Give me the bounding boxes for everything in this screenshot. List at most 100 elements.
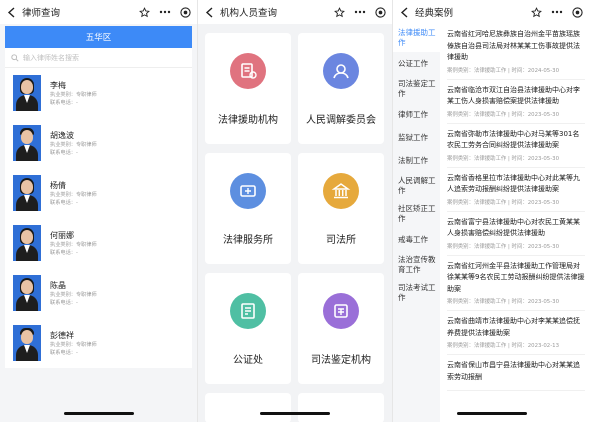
target-icon[interactable] [572, 6, 583, 18]
lawyer-name: 何丽娜 [50, 230, 74, 240]
institution-card[interactable]: 人民调解委员会 [298, 33, 384, 144]
more-icon[interactable] [551, 10, 563, 14]
category-label: 律师工作 [398, 109, 428, 119]
case-title: 云南省富宁县法律援助中心对农民工黄某某人身损害赔偿纠纷提供法律援助 [447, 217, 580, 238]
case-title: 云南省红河哈尼族彝族自治州金平苗族瑶族傣族自治县司法局对林某某工伤事故提供法律援… [447, 30, 580, 61]
category-tab[interactable]: 律师工作 [393, 103, 440, 126]
lawyer-phone: 联系电话：- [50, 99, 78, 106]
lawyer-item[interactable]: 陈晶 执业类别：专职律师 联系电话：- [5, 268, 192, 318]
notary-office-icon [230, 293, 266, 329]
case-item[interactable]: 云南省香格里拉市法律援助中心对此某等九人追索劳动报酬纠纷提供法律援助案 案例类别… [447, 168, 585, 212]
case-meta: 案例类别：法律援助工作 | 时间：2023-05-30 [447, 111, 560, 118]
lawyer-phone: 联系电话：- [50, 299, 78, 306]
chevron-left-icon [400, 6, 407, 18]
institution-card[interactable]: 法律援助机构 [205, 33, 291, 144]
lawyer-phone: 联系电话：- [50, 199, 78, 206]
classic-cases-screen: 经典案例 法律援助工作公证工作司法鉴定工作律师工作监狱工作法制工作人民调解工作社… [392, 0, 589, 422]
category-label: 司法考试工作 [398, 283, 436, 302]
category-label: 法制工作 [398, 155, 428, 165]
lawyer-photo [13, 175, 41, 211]
more-icon[interactable] [159, 10, 171, 14]
search-input[interactable] [23, 53, 173, 62]
institution-card-label: 司法所 [326, 235, 356, 246]
institution-search-screen: 机构人员查询 法律援助机构 人民调解委员会 法律服务所 司法所 公证处 司法鉴定… [197, 0, 392, 422]
category-tab[interactable]: 社区矫正工作 [393, 200, 440, 228]
back-button[interactable] [4, 5, 18, 19]
star-icon[interactable] [139, 6, 150, 18]
lawyer-item[interactable]: 彭德祥 执业类别：专职律师 联系电话：- [5, 318, 192, 368]
category-tab[interactable]: 司法考试工作 [393, 279, 440, 307]
case-item[interactable]: 云南省富宁县法律援助中心对农民工黄某某人身损害赔偿纠纷提供法律援助 案例类别：法… [447, 212, 585, 256]
category-label: 监狱工作 [398, 132, 428, 142]
case-title: 云南省临沧市双江自治县法律援助中心对李某工伤人身损害赔偿案提供法律援助 [447, 85, 580, 106]
lawyer-item[interactable]: 李梅 执业类别：专职律师 联系电话：- [5, 68, 192, 118]
case-item[interactable]: 云南省红河州金平县法律援助工作管理局对徐某某等9名农民工劳动报酬纠纷提供法律援助… [447, 256, 585, 311]
category-label: 司法鉴定工作 [398, 79, 436, 98]
category-sidebar: 法律援助工作公证工作司法鉴定工作律师工作监狱工作法制工作人民调解工作社区矫正工作… [393, 24, 440, 422]
lawyer-phone: 联系电话：- [50, 149, 78, 156]
institution-card[interactable]: 司法所 [298, 153, 384, 264]
institution-card[interactable]: 公证处 [205, 273, 291, 384]
legal-aid-icon [230, 53, 266, 89]
page-title: 机构人员查询 [220, 8, 278, 19]
lawyer-practice-type: 执业类别：专职律师 [50, 241, 97, 248]
star-icon[interactable] [334, 6, 345, 18]
institution-card-label: 公证处 [233, 355, 263, 366]
case-meta: 案例类别：法律援助工作 | 时间：2023-05-30 [447, 199, 560, 206]
legal-service-icon [230, 173, 266, 209]
category-tab[interactable]: 戒毒工作 [393, 228, 440, 251]
lawyer-practice-type: 执业类别：专职律师 [50, 191, 97, 198]
category-tab[interactable]: 法律援助工作 [393, 24, 440, 52]
lawyer-name: 陈晶 [50, 280, 66, 290]
lawyer-search-screen: 律师查询 五华区 李梅 执业类别：专职律师 联系电话：- [0, 0, 197, 422]
case-item[interactable]: 云南省红河哈尼族彝族自治州金平苗族瑶族傣族自治县司法局对林某某工伤事故提供法律援… [447, 24, 585, 80]
more-icon[interactable] [354, 10, 366, 14]
target-icon[interactable] [180, 6, 191, 18]
institution-card-partial[interactable] [205, 393, 291, 422]
category-label: 人民调解工作 [398, 176, 436, 195]
home-indicator [260, 412, 330, 415]
category-tab[interactable]: 人民调解工作 [393, 172, 440, 200]
case-item[interactable]: 云南省曲靖市法律援助中心对李某某追偿抚养费提供法律援助案 案例类别：法律援助工作… [447, 311, 585, 355]
case-title: 云南省曲靖市法律援助中心对李某某追偿抚养费提供法律援助案 [447, 317, 580, 337]
lawyer-name: 杨倩 [50, 180, 66, 190]
home-indicator [457, 412, 527, 415]
page-title: 经典案例 [415, 8, 454, 19]
top-bar: 律师查询 [0, 0, 197, 24]
institution-card-partial[interactable] [298, 393, 384, 422]
institution-card-label: 法律援助机构 [218, 115, 278, 126]
target-icon[interactable] [375, 6, 386, 18]
lawyer-practice-type: 执业类别：专职律师 [50, 341, 97, 348]
region-selector[interactable]: 五华区 [5, 26, 192, 48]
lawyer-photo [13, 325, 41, 361]
star-icon[interactable] [531, 6, 542, 18]
institution-card[interactable]: 司法鉴定机构 [298, 273, 384, 384]
category-tab[interactable]: 公证工作 [393, 52, 440, 75]
category-tab[interactable]: 司法鉴定工作 [393, 75, 440, 103]
lawyer-name: 胡逸波 [50, 130, 74, 140]
search-bar [5, 48, 192, 68]
back-button[interactable] [397, 5, 411, 19]
category-label: 法律援助工作 [398, 28, 436, 47]
case-title: 云南省红河州金平县法律援助工作管理局对徐某某等9名农民工劳动报酬纠纷提供法律援助… [447, 261, 585, 293]
case-item[interactable]: 云南省临沧市双江自治县法律援助中心对李某工伤人身损害赔偿案提供法律援助 案例类别… [447, 80, 585, 124]
lawyer-item[interactable]: 杨倩 执业类别：专职律师 联系电话：- [5, 168, 192, 218]
category-tab[interactable]: 法治宣传教育工作 [393, 251, 440, 279]
back-button[interactable] [202, 5, 216, 19]
chevron-left-icon [7, 6, 14, 18]
category-tab[interactable]: 法制工作 [393, 149, 440, 172]
category-tab[interactable]: 监狱工作 [393, 126, 440, 149]
institution-card-label: 人民调解委员会 [306, 115, 376, 126]
case-item[interactable]: 云南省弥勒市法律援助中心对马某等301名农民工劳务合同纠纷提供法律援助案 案例类… [447, 124, 585, 168]
lawyer-phone: 联系电话：- [50, 349, 78, 356]
case-title: 云南省香格里拉市法律援助中心对此某等九人追索劳动报酬纠纷提供法律援助案 [447, 173, 580, 194]
judicial-office-icon [323, 173, 359, 209]
case-meta: 案例类别：法律援助工作 | 时间：2023-05-30 [447, 243, 560, 250]
institution-card[interactable]: 法律服务所 [205, 153, 291, 264]
case-item[interactable]: 云南省保山市昌宁县法律援助中心对某某追索劳动报酬 [447, 355, 585, 391]
lawyer-item[interactable]: 胡逸波 执业类别：专职律师 联系电话：- [5, 118, 192, 168]
lawyer-item[interactable]: 何丽娜 执业类别：专职律师 联系电话：- [5, 218, 192, 268]
chevron-left-icon [205, 6, 212, 18]
case-meta: 案例类别：法律援助工作 | 时间：2024-05-30 [447, 67, 560, 74]
lawyer-photo [13, 225, 41, 261]
